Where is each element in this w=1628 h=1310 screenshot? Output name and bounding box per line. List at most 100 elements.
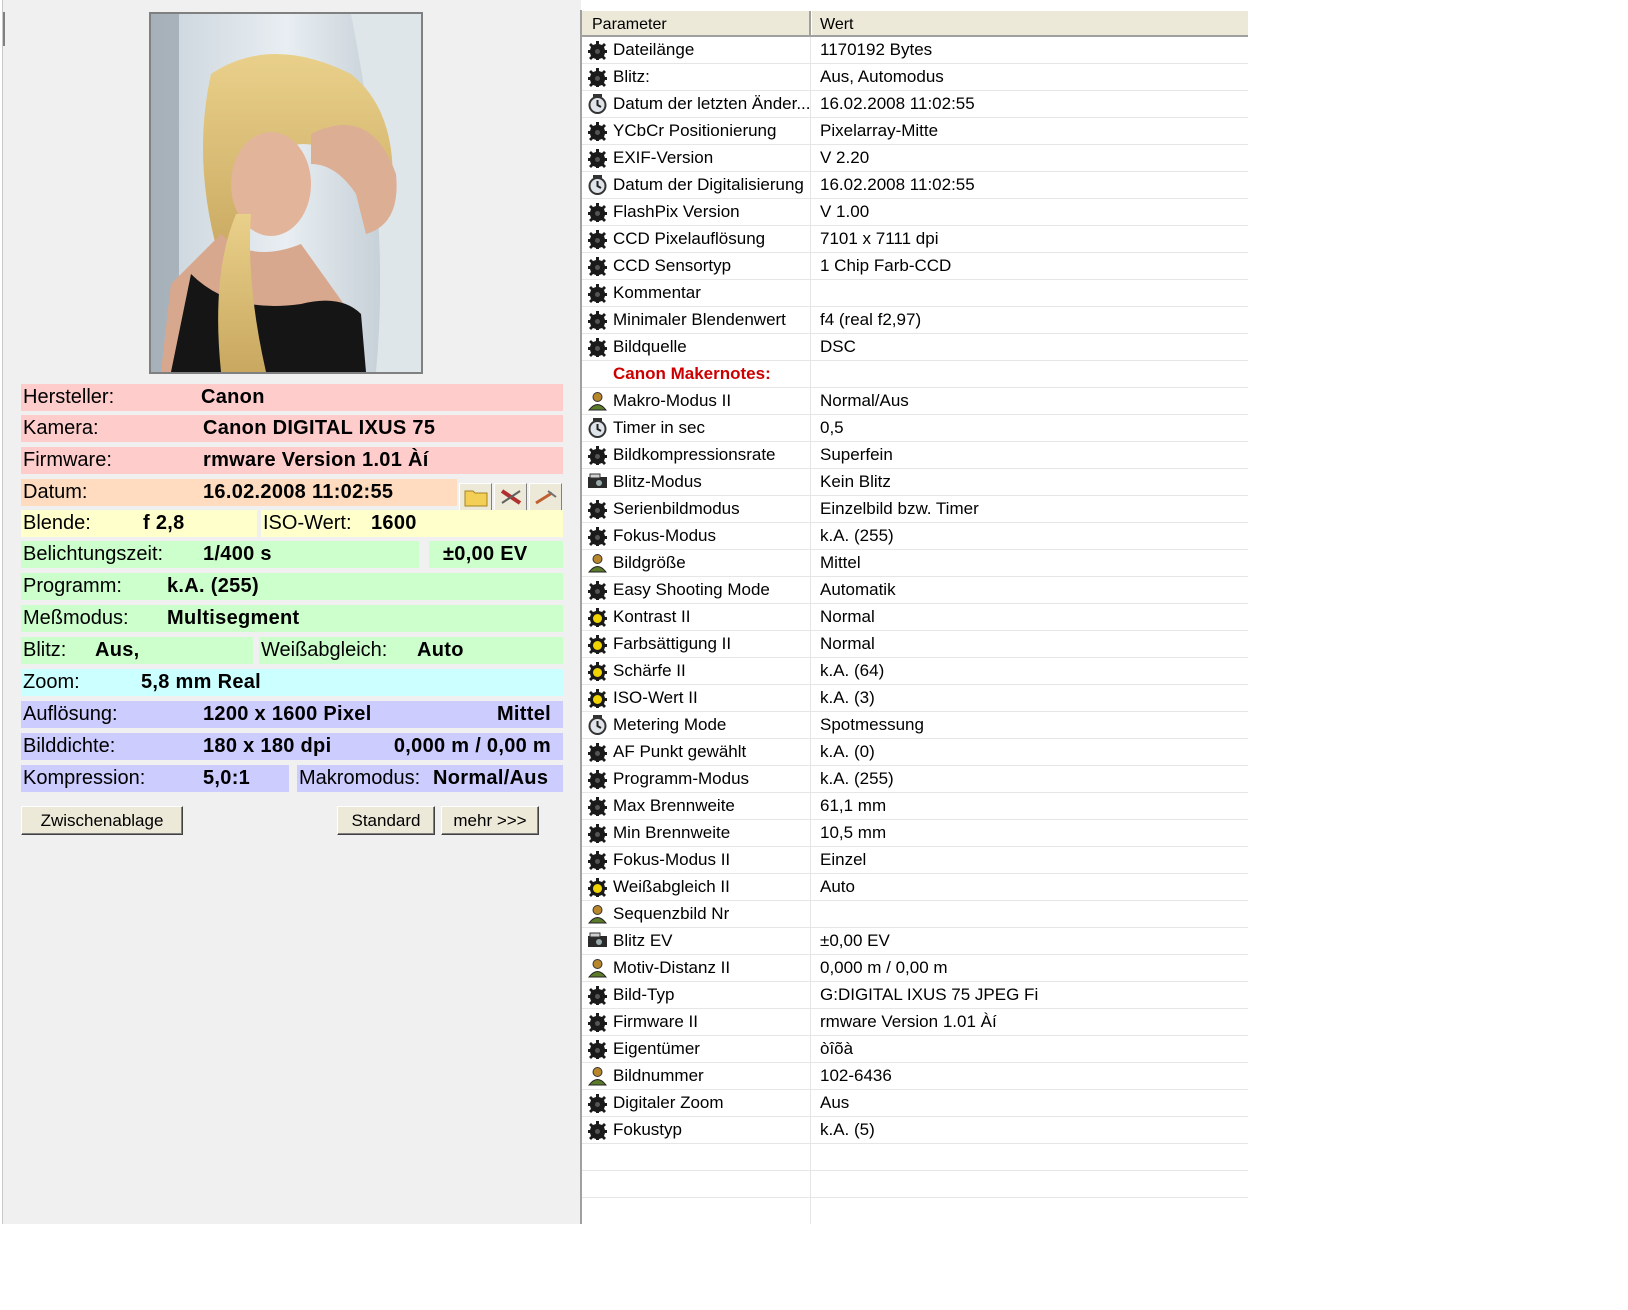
table-row[interactable]: EXIF-Version V 2.20 [582,145,1248,172]
table-row[interactable]: Firmware II rmware Version 1.01 Àí [582,1009,1248,1036]
blende-value: f 2,8 [143,512,185,534]
value-cell: k.A. (3) [820,688,875,707]
parameter-cell: Blitz EV [613,931,673,950]
field-messmodus: Meßmodus: Multisegment [21,605,563,632]
table-row[interactable]: Kontrast II Normal [582,604,1248,631]
table-row[interactable]: Blitz EV ±0,00 EV [582,928,1248,955]
table-row[interactable]: Fokustyp k.A. (5) [582,1117,1248,1144]
table-row[interactable]: Minimaler Blendenwert f4 (real f2,97) [582,307,1248,334]
table-row[interactable] [582,1144,1248,1171]
belichtung-value: 1/400 s [203,543,272,565]
table-row[interactable]: ISO-Wert II k.A. (3) [582,685,1248,712]
table-row[interactable]: FlashPix Version V 1.00 [582,199,1248,226]
table-row[interactable]: AF Punkt gewählt k.A. (0) [582,739,1248,766]
field-blende: Blende: f 2,8 [21,510,257,537]
parameter-cell: Firmware II [613,1012,698,1031]
parameter-cell: YCbCr Positionierung [613,121,777,140]
table-row[interactable] [582,1198,1248,1224]
table-row[interactable]: Dateilänge 1170192 Bytes [582,37,1248,64]
table-row[interactable]: Bildkompressionsrate Superfein [582,442,1248,469]
gear-icon [587,229,608,249]
parameter-cell: Blitz-Modus [613,472,702,491]
column-divider [810,847,811,873]
table-row[interactable]: Bild-Typ G:DIGITAL IXUS 75 JPEG Fi [582,982,1248,1009]
column-divider [810,550,811,576]
person-icon [587,904,608,924]
gear-icon [587,1093,608,1113]
column-header-parameter[interactable]: Parameter [592,16,667,34]
parameter-cell: Programm-Modus [613,769,750,788]
edit-button[interactable] [529,483,562,511]
column-divider [810,928,811,954]
column-divider [810,874,811,900]
table-row[interactable]: Datum der letzten Änder... 16.02.2008 11:… [582,91,1248,118]
table-row[interactable]: Max Brennweite 61,1 mm [582,793,1248,820]
table-row[interactable]: Blitz-Modus Kein Blitz [582,469,1248,496]
gear-icon [587,526,608,546]
table-row[interactable]: CCD Sensortyp 1 Chip Farb-CCD [582,253,1248,280]
value-cell: Aus [820,1093,850,1112]
value-cell: Kein Blitz [820,472,891,491]
table-row[interactable]: CCD Pixelauflösung 7101 x 7111 dpi [582,226,1248,253]
table-row[interactable]: Bildquelle DSC [582,334,1248,361]
table-row[interactable]: Easy Shooting Mode Automatik [582,577,1248,604]
column-resize-handle[interactable] [809,11,812,35]
column-divider [810,658,811,684]
settings-gear-icon [587,634,608,654]
value-cell: 16.02.2008 11:02:55 [820,94,975,113]
table-row[interactable]: Motiv-Distanz II 0,000 m / 0,00 m [582,955,1248,982]
table-row[interactable]: Fokus-Modus k.A. (255) [582,523,1248,550]
more-button[interactable]: mehr >>> [441,806,539,835]
table-row[interactable]: Serienbildmodus Einzelbild bzw. Timer [582,496,1248,523]
weiss-label: Weißabgleich: [261,639,388,661]
table-row[interactable]: Kommentar [582,280,1248,307]
messmodus-label: Meßmodus: [23,607,129,629]
datum-value: 16.02.2008 11:02:55 [203,481,394,503]
table-row[interactable]: Timer in sec 0,5 [582,415,1248,442]
column-divider [810,469,811,495]
column-divider [810,334,811,360]
table-row[interactable]: Programm-Modus k.A. (255) [582,766,1248,793]
table-row[interactable]: Weißabgleich II Auto [582,874,1248,901]
value-cell: rmware Version 1.01 Àí [820,1012,997,1031]
edit-icon [534,490,557,505]
table-row[interactable]: Farbsättigung II Normal [582,631,1248,658]
parameter-cell: Makro-Modus II [613,391,732,410]
table-row[interactable]: Digitaler Zoom Aus [582,1090,1248,1117]
table-row[interactable]: Bildgröße Mittel [582,550,1248,577]
aufloesung-value: 1200 x 1600 Pixel [203,703,372,725]
column-divider [810,307,811,333]
standard-button[interactable]: Standard [337,806,435,835]
gear-icon [587,1120,608,1140]
table-row[interactable]: Canon Makernotes: [582,361,1248,388]
gear-icon [587,283,608,303]
column-divider [810,496,811,522]
column-divider [810,415,811,441]
column-divider [810,577,811,603]
table-row[interactable]: Schärfe II k.A. (64) [582,658,1248,685]
table-row[interactable]: Datum der Digitalisierung 16.02.2008 11:0… [582,172,1248,199]
value-cell: k.A. (255) [820,769,894,788]
table-row[interactable]: Blitz: Aus, Automodus [582,64,1248,91]
gear-icon [587,742,608,762]
parameter-cell: Blitz: [613,67,650,86]
table-row[interactable]: Fokus-Modus II Einzel [582,847,1248,874]
firmware-value: rmware Version 1.01 Àí [203,449,429,471]
stamp-button[interactable] [494,483,527,511]
blende-label: Blende: [23,512,91,534]
clipboard-button[interactable]: Zwischenablage [21,806,183,835]
column-divider [810,766,811,792]
value-cell: k.A. (0) [820,742,875,761]
column-divider [810,685,811,711]
column-divider [810,901,811,927]
table-row[interactable]: Sequenzbild Nr [582,901,1248,928]
folder-button[interactable] [459,483,492,511]
column-header-value[interactable]: Wert [820,16,853,34]
table-row[interactable]: YCbCr Positionierung Pixelarray-Mitte [582,118,1248,145]
table-row[interactable]: Eigentümer òîõà [582,1036,1248,1063]
table-row[interactable]: Min Brennweite 10,5 mm [582,820,1248,847]
table-row[interactable] [582,1171,1248,1198]
table-row[interactable]: Bildnummer 102-6436 [582,1063,1248,1090]
table-row[interactable]: Makro-Modus II Normal/Aus [582,388,1248,415]
table-row[interactable]: Metering Mode Spotmessung [582,712,1248,739]
